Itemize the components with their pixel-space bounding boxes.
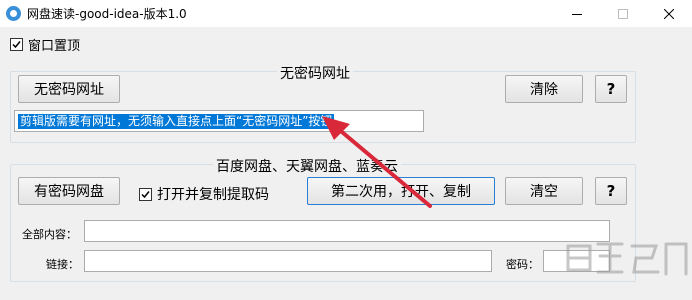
all-content-label: 全部内容： [22, 228, 77, 241]
link-label: 链接： [46, 258, 79, 271]
password-disk-button[interactable]: 有密码网盘 [18, 177, 120, 205]
no-password-url-button[interactable]: 无密码网址 [18, 75, 120, 103]
maximize-icon [618, 8, 628, 19]
client-area: 窗口置顶 无密码网址 无密码网址 清除 ? 剪辑版需要有网址，无须输入直接点上面… [0, 27, 692, 300]
password-label: 密码： [506, 258, 539, 271]
url-input-selected-text: 剪辑版需要有网址，无须输入直接点上面“无密码网址”按钮 [18, 114, 335, 129]
open-copy-code-checkbox[interactable]: 打开并复制提取码 [139, 184, 269, 204]
checkmark-icon [12, 41, 21, 49]
clear-all-button[interactable]: 清空 [505, 177, 583, 205]
close-icon [664, 8, 674, 19]
app-icon [6, 6, 21, 21]
checkmark-icon [141, 190, 150, 198]
checkbox-box [139, 187, 152, 201]
url-input[interactable]: 剪辑版需要有网址，无须输入直接点上面“无密码网址”按钮 [14, 110, 424, 132]
open-copy-code-label: 打开并复制提取码 [157, 187, 269, 203]
clear-button[interactable]: 清除 [505, 75, 583, 103]
help-button-bottom[interactable]: ? [595, 177, 627, 205]
window-title: 网盘速读-good-idea-版本1.0 [27, 7, 187, 21]
help-button-top[interactable]: ? [595, 75, 627, 103]
second-use-button[interactable]: 第二次用，打开、复制 [307, 177, 495, 205]
link-input[interactable] [84, 250, 492, 272]
password-input[interactable] [543, 250, 610, 272]
password-group-title: 百度网盘、天翼网盘、蓝奏云 [213, 156, 401, 176]
title-bar: 网盘速读-good-idea-版本1.0 [0, 0, 692, 27]
close-button[interactable] [646, 0, 692, 27]
minimize-button[interactable] [554, 0, 600, 27]
maximize-button[interactable] [600, 0, 646, 27]
checkbox-box [10, 38, 23, 51]
topmost-label: 窗口置顶 [28, 39, 81, 54]
topmost-checkbox[interactable]: 窗口置顶 [10, 35, 80, 54]
no-password-group-title: 无密码网址 [277, 63, 353, 83]
all-content-input[interactable] [84, 220, 610, 242]
minimize-icon [572, 13, 582, 15]
